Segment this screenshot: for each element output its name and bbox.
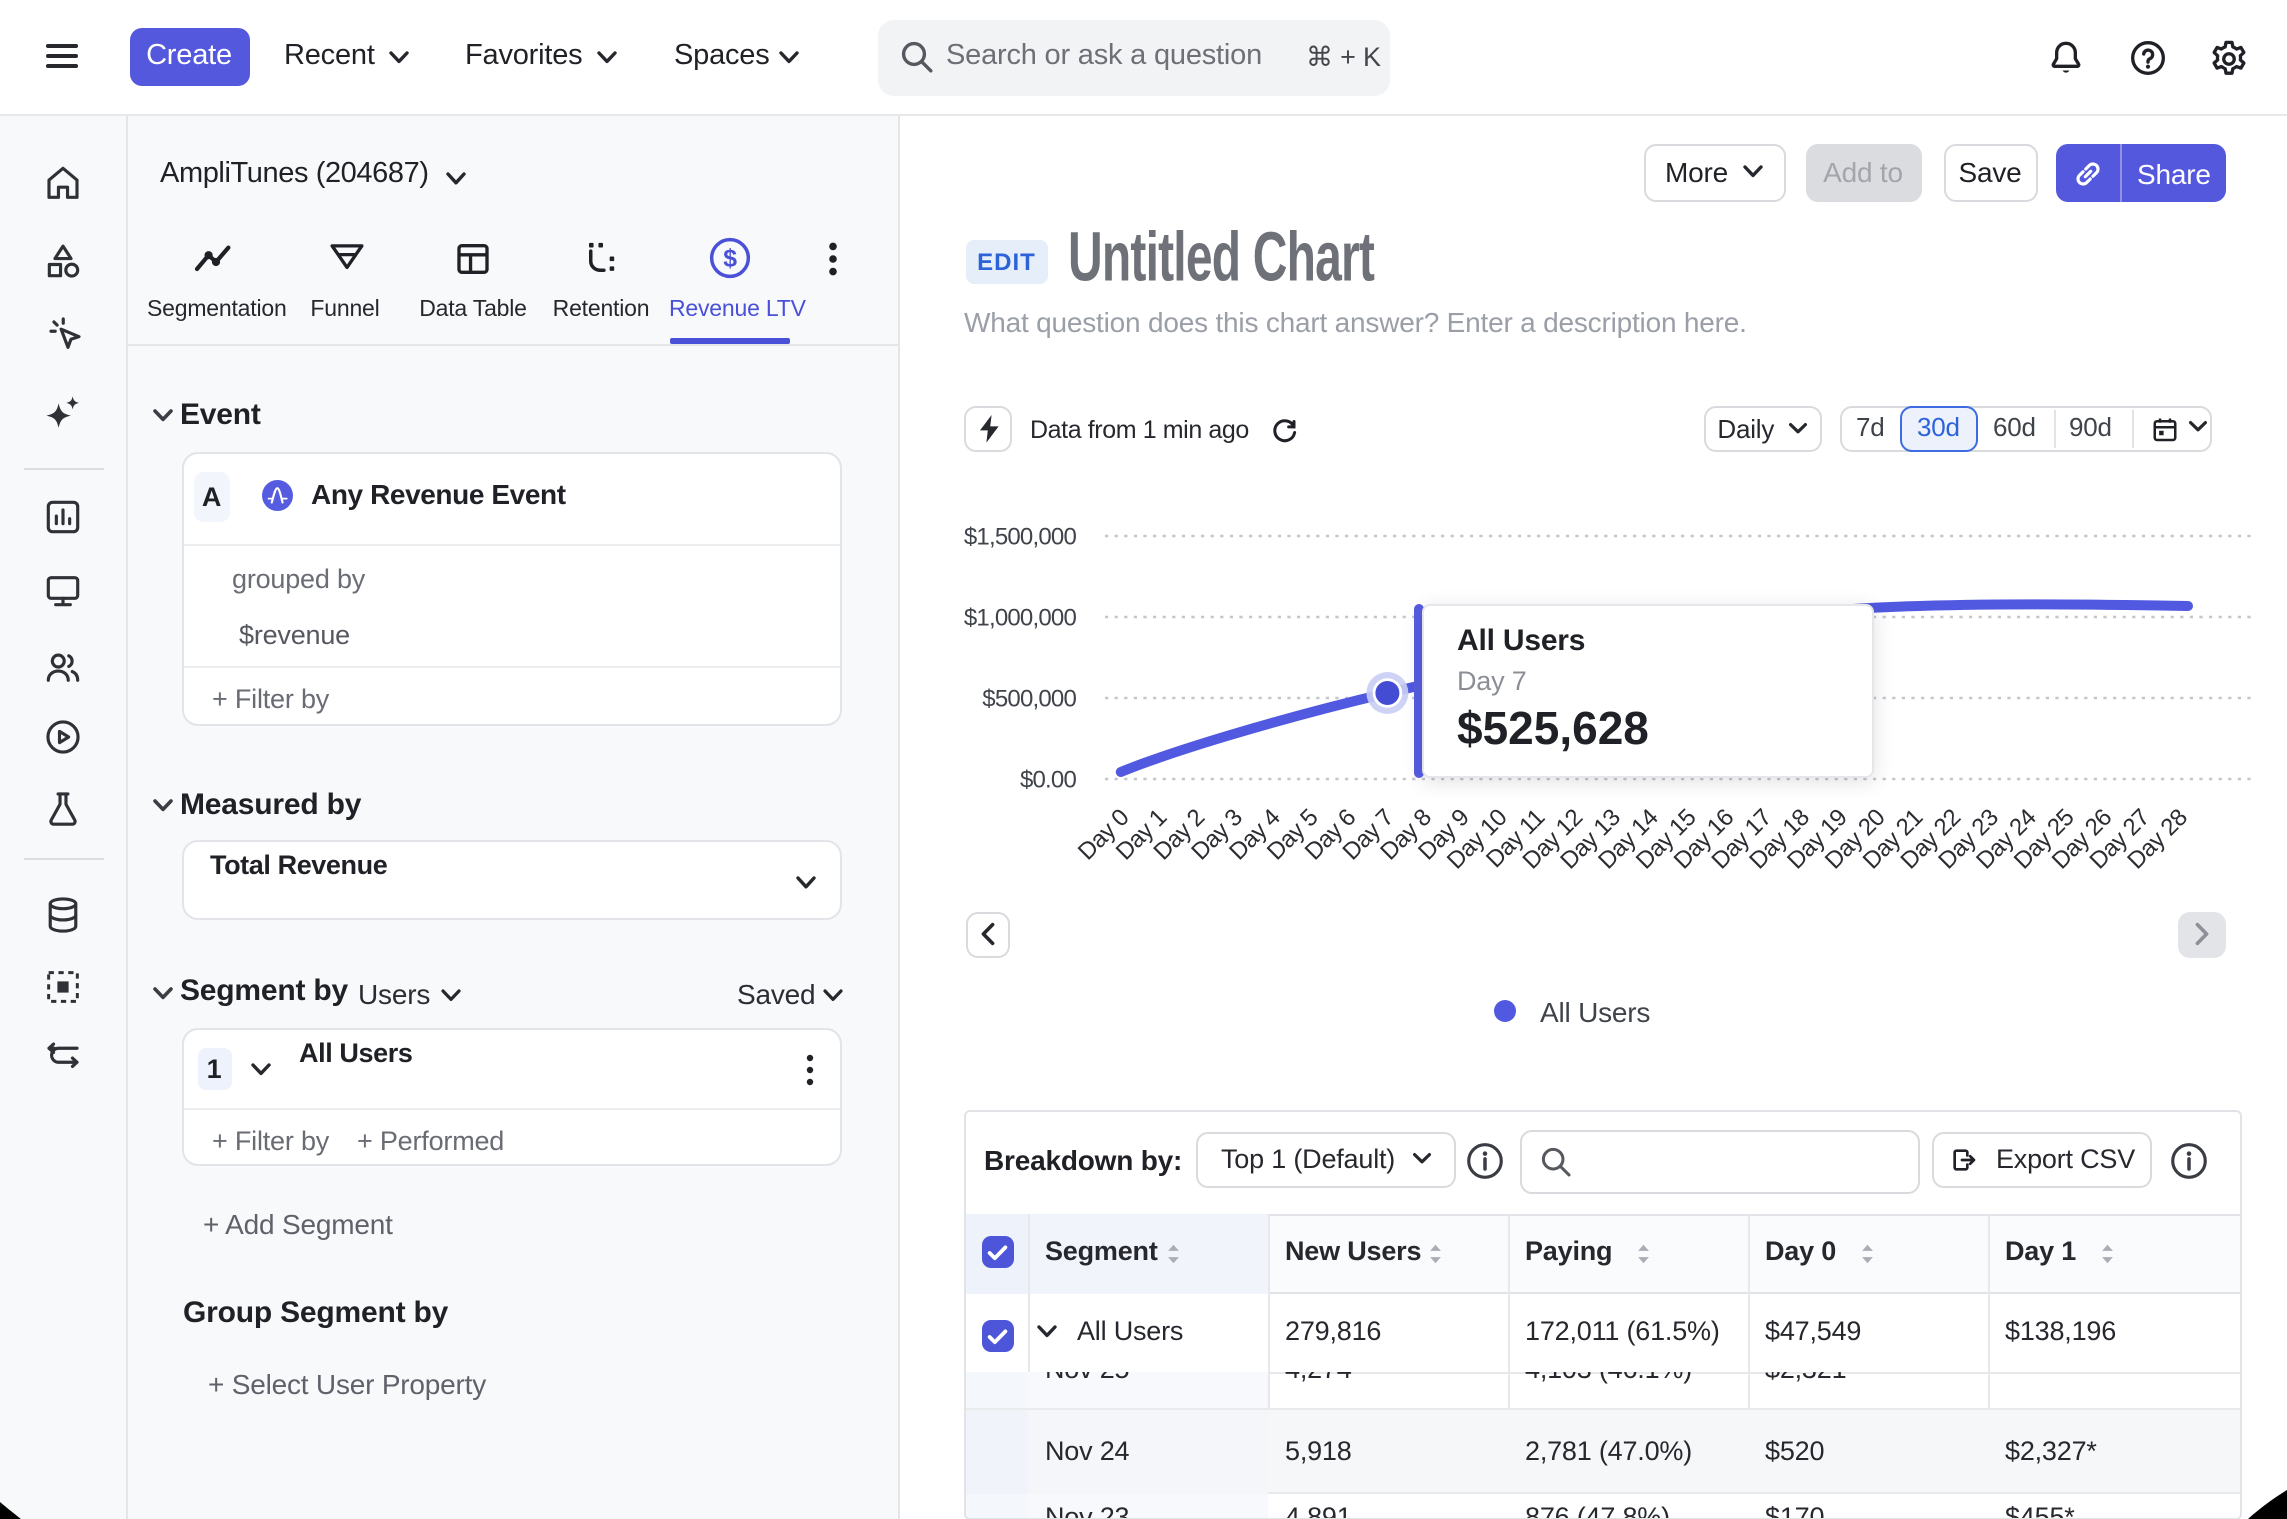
svg-text:$1,500,000: $1,500,000 [964, 523, 1077, 550]
svg-text:$500,000: $500,000 [982, 685, 1076, 712]
svg-text:$1,000,000: $1,000,000 [964, 604, 1077, 631]
svg-text:$0.00: $0.00 [1020, 766, 1077, 793]
svg-text:$: $ [723, 245, 737, 272]
